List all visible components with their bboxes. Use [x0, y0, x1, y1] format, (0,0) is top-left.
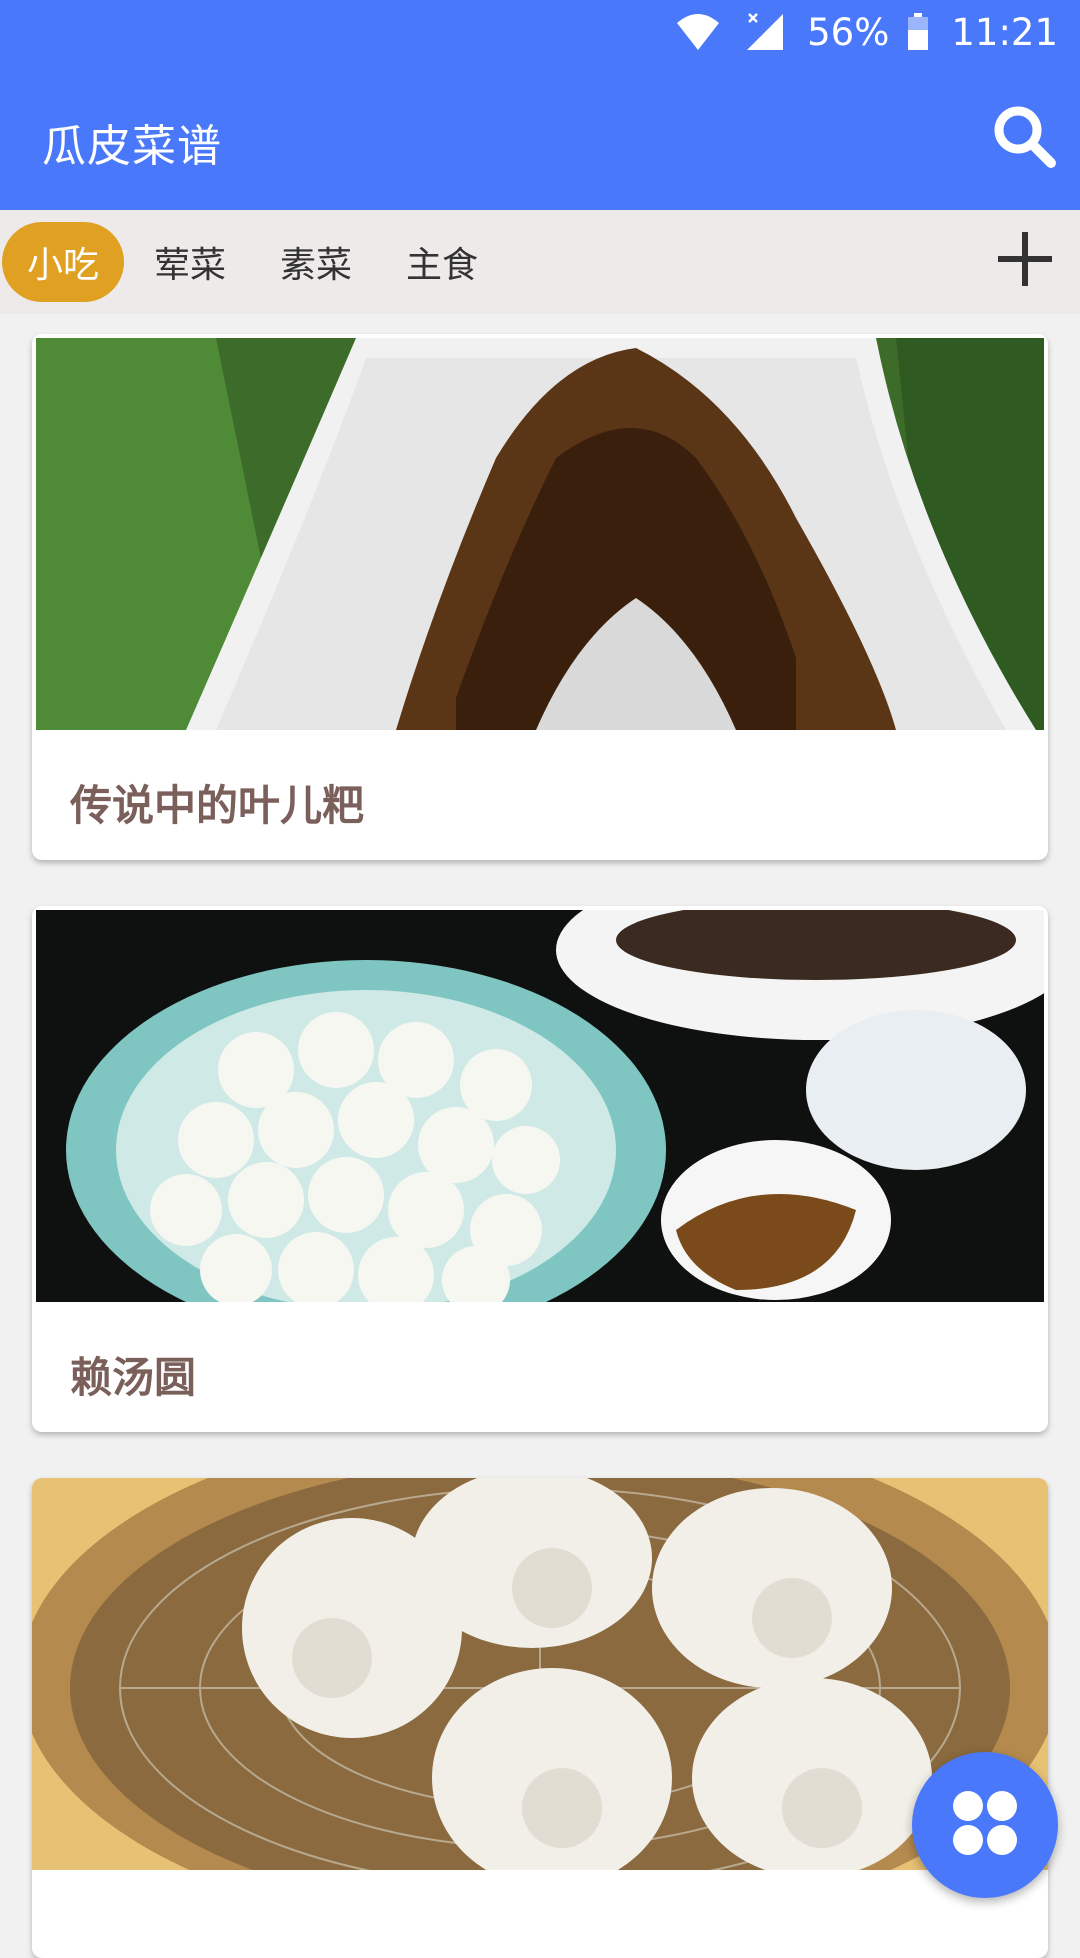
recipe-card[interactable]: 传说中的叶儿粑: [32, 334, 1048, 860]
recipe-image: [36, 910, 1044, 1302]
plus-icon: [996, 230, 1054, 292]
clock: 11:21: [951, 10, 1058, 54]
app-title: 瓜皮菜谱: [42, 121, 222, 172]
search-icon: [991, 103, 1057, 173]
tab-meat[interactable]: 荤菜: [130, 222, 250, 302]
recipe-card[interactable]: [32, 1478, 1048, 1958]
search-button[interactable]: [986, 100, 1062, 176]
tab-staple[interactable]: 主食: [382, 222, 502, 302]
wifi-icon: [675, 13, 721, 51]
tab-vegetable[interactable]: 素菜: [256, 222, 376, 302]
signal-icon: [743, 12, 785, 52]
recipe-title: 传说中的叶儿粑: [70, 781, 365, 830]
battery-icon: [907, 13, 929, 51]
add-category-button[interactable]: [992, 228, 1058, 294]
recipe-image: [32, 1478, 1048, 1870]
recipe-title: 赖汤圆: [70, 1353, 197, 1402]
app-bar: 瓜皮菜谱: [0, 64, 1080, 210]
status-bar: 56% 11:21: [0, 0, 1080, 64]
floating-action-button[interactable]: [912, 1752, 1058, 1898]
tab-label: 素菜: [279, 245, 352, 286]
tab-snacks[interactable]: 小吃: [2, 222, 124, 302]
clover-icon: [949, 1787, 1021, 1863]
tab-label: 小吃: [26, 245, 99, 286]
recipe-image: [36, 338, 1044, 730]
battery: 56%: [807, 11, 929, 54]
battery-percent: 56%: [807, 10, 890, 54]
tab-label: 主食: [405, 245, 478, 286]
category-tabs: 小吃 荤菜 素菜 主食: [0, 210, 1080, 314]
status-icons: 56% 11:21: [675, 6, 1058, 58]
tab-label: 荤菜: [153, 245, 226, 286]
recipe-card[interactable]: 赖汤圆: [32, 906, 1048, 1432]
